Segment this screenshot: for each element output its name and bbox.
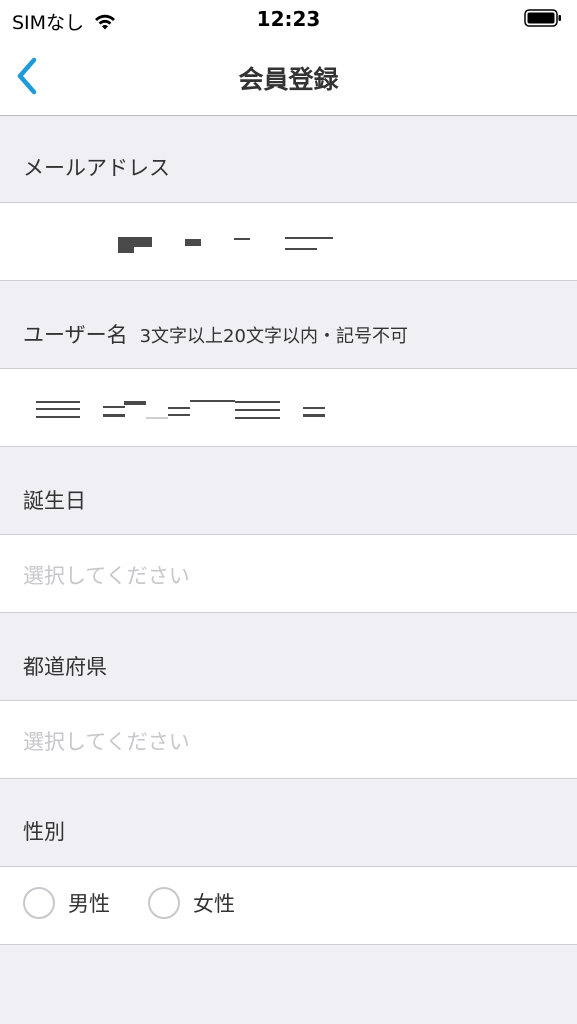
gender-radio-group: 男性 女性: [23, 887, 273, 919]
redacted-text: [303, 414, 325, 417]
status-bar: SIMなし 12:23: [0, 0, 577, 38]
redacted-text: [36, 401, 80, 403]
nav-bar: 会員登録: [0, 38, 577, 116]
redacted-text: [190, 400, 235, 402]
redacted-text: [235, 401, 280, 403]
redacted-text: [36, 408, 80, 410]
redacted-text: [234, 238, 250, 240]
redacted-text: [285, 237, 333, 239]
gender-option-label[interactable]: 女性: [193, 888, 235, 918]
redacted-text: [168, 414, 190, 416]
redacted-text: [303, 407, 325, 409]
redacted-text: [36, 416, 80, 418]
redacted-text: [168, 407, 190, 409]
gender-option-label[interactable]: 男性: [68, 888, 110, 918]
username-section-header: ユーザー名 3文字以上20文字以内・記号不可: [0, 281, 577, 368]
radio-circle-icon[interactable]: [23, 887, 55, 919]
username-label: ユーザー名 3文字以上20文字以内・記号不可: [23, 319, 408, 349]
prefecture-section-header: 都道府県: [0, 613, 577, 700]
redacted-text: [185, 239, 201, 246]
email-field[interactable]: [0, 202, 577, 281]
redacted-text: [124, 401, 146, 405]
redacted-text: [285, 248, 317, 250]
page-title: 会員登録: [238, 65, 339, 94]
username-field[interactable]: [0, 368, 577, 447]
username-label-text: ユーザー名: [23, 323, 128, 347]
gender-option-male[interactable]: 男性: [23, 887, 110, 919]
redacted-text: [235, 417, 280, 419]
birthday-field[interactable]: 選択してください: [0, 534, 577, 613]
prefecture-label: 都道府県: [23, 655, 107, 679]
redacted-text: [118, 237, 152, 247]
gender-section-header: 性別: [0, 779, 577, 866]
status-time: 12:23: [256, 7, 321, 31]
email-section-header: メールアドレス: [0, 116, 577, 202]
redacted-text: [103, 414, 125, 417]
gender-label: 性別: [23, 820, 65, 844]
gender-option-female[interactable]: 女性: [148, 887, 235, 919]
redacted-text: [103, 406, 125, 408]
redacted-text: [235, 409, 280, 411]
email-label: メールアドレス: [23, 156, 170, 180]
redacted-text: [146, 417, 168, 419]
birthday-placeholder[interactable]: 選択してください: [23, 560, 190, 590]
redacted-text: [118, 247, 134, 253]
battery-icon: [524, 9, 561, 27]
gender-field: 男性 女性: [0, 866, 577, 945]
prefecture-field[interactable]: 選択してください: [0, 700, 577, 779]
birthday-section-header: 誕生日: [0, 447, 577, 534]
radio-circle-icon[interactable]: [148, 887, 180, 919]
birthday-label: 誕生日: [23, 489, 86, 513]
prefecture-placeholder[interactable]: 選択してください: [23, 726, 190, 756]
username-hint: 3文字以上20文字以内・記号不可: [139, 326, 408, 347]
